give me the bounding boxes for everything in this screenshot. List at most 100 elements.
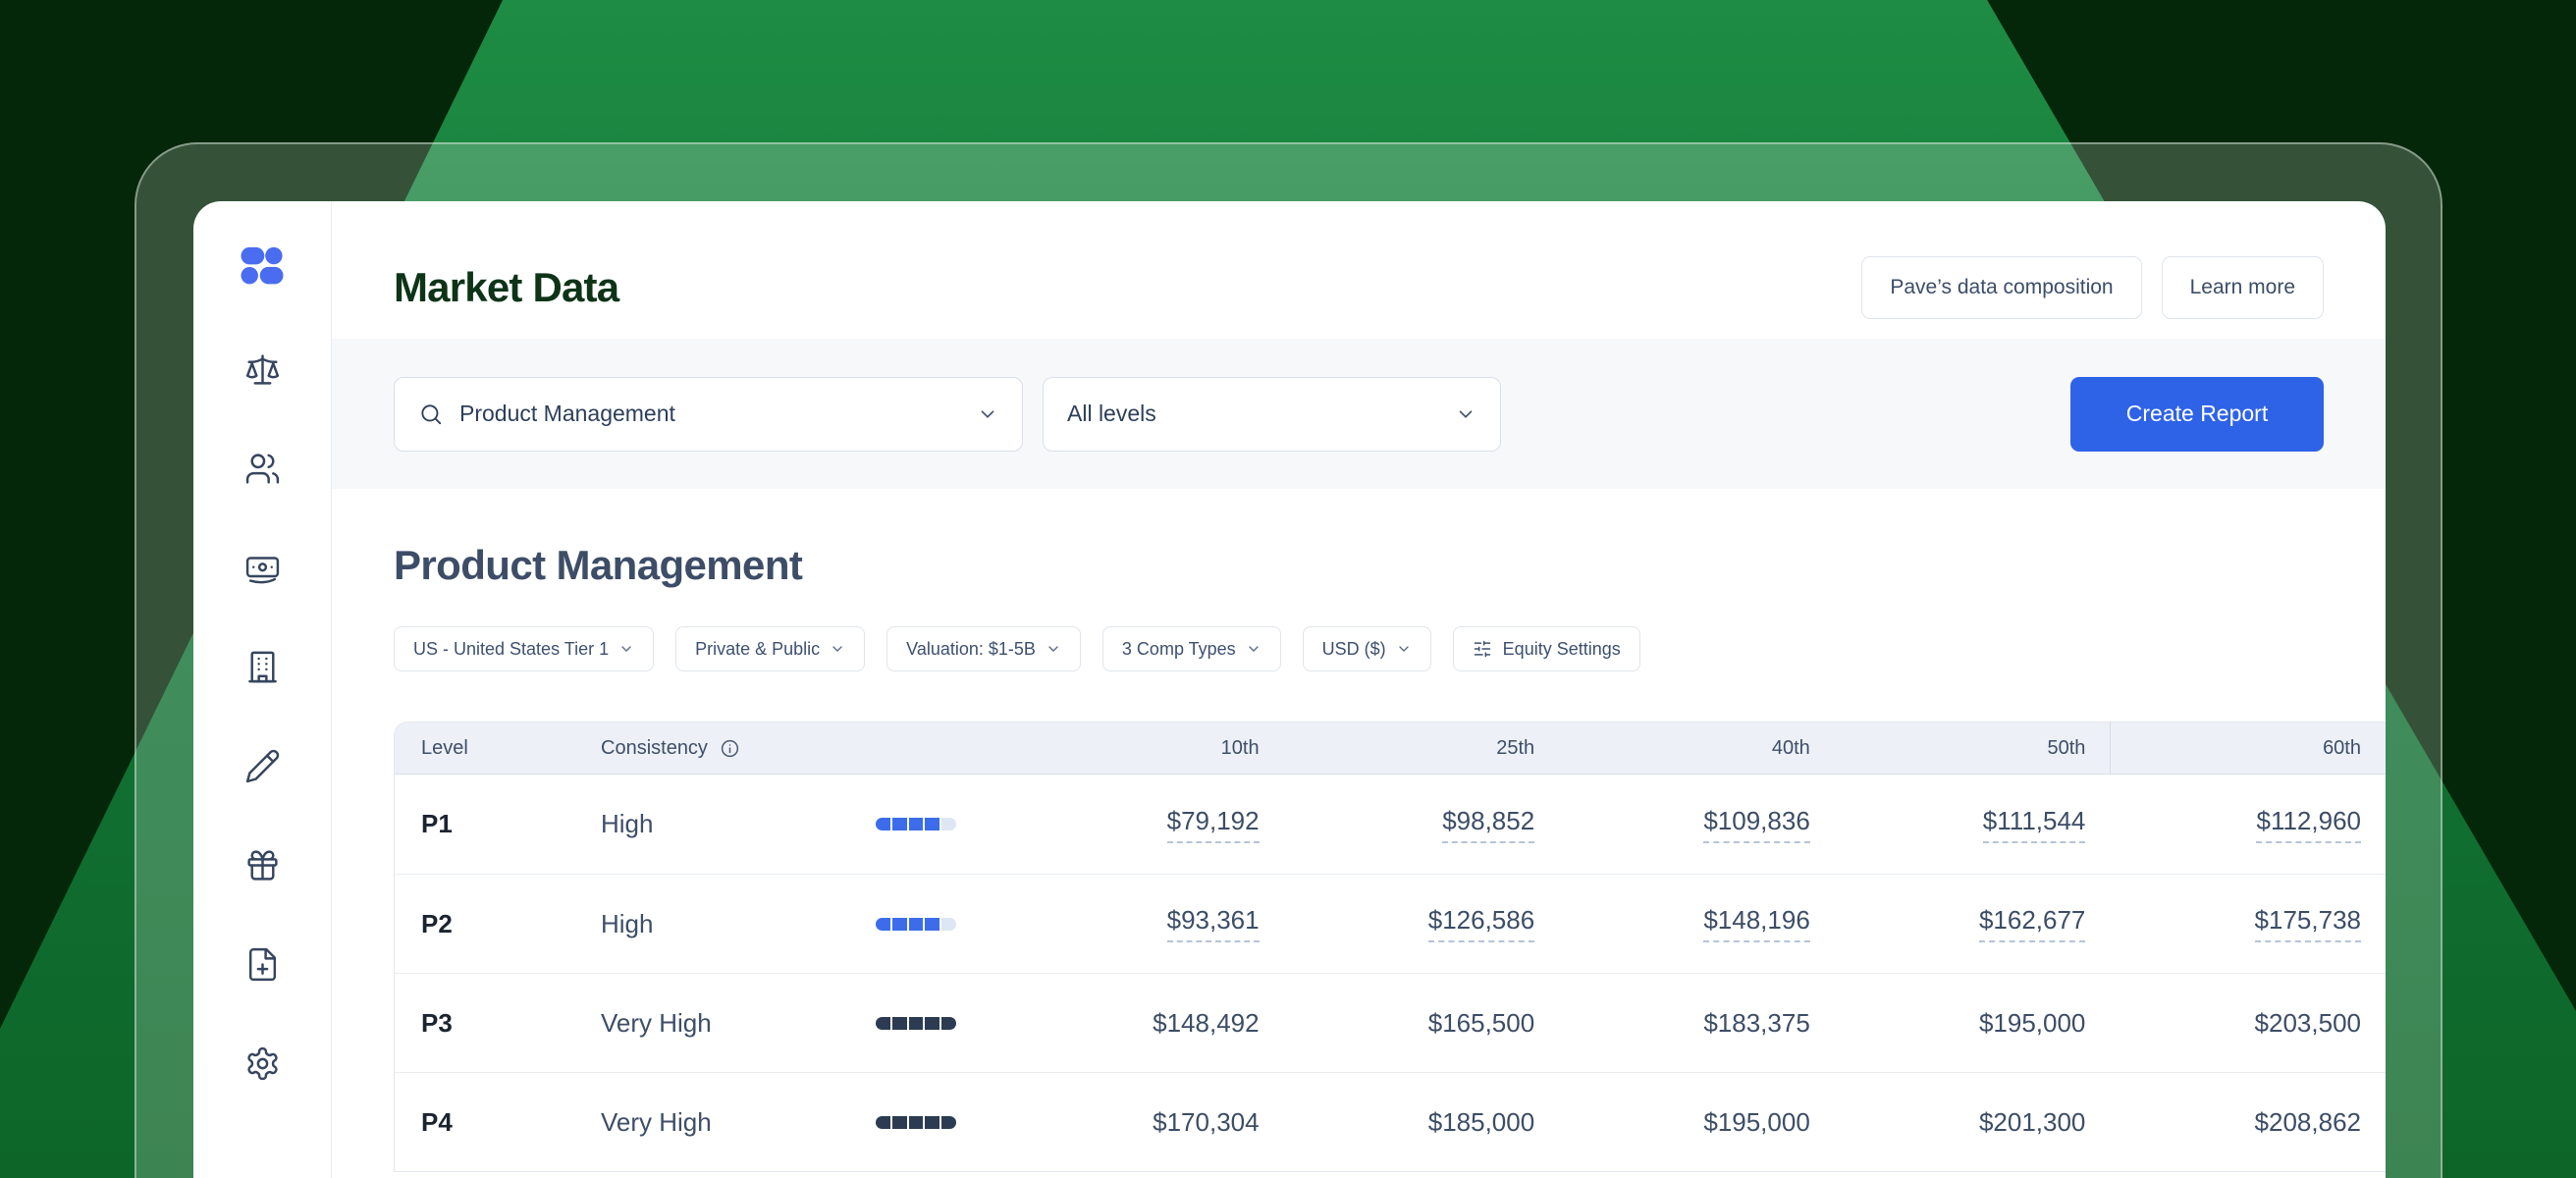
value-cell: $201,300 — [1835, 1107, 2111, 1138]
people-icon[interactable] — [244, 451, 281, 487]
value-cell: $126,586 — [1284, 905, 1560, 942]
salary-value[interactable]: $175,738 — [2255, 905, 2361, 942]
level-value: All levels — [1067, 401, 1156, 427]
salary-value[interactable]: $183,375 — [1703, 1008, 1809, 1039]
consistency-label: Consistency — [601, 737, 708, 760]
salary-value[interactable]: $148,492 — [1153, 1008, 1259, 1039]
gift-icon[interactable] — [244, 847, 281, 884]
building-icon[interactable] — [244, 649, 281, 685]
consistency-cell: High — [557, 909, 782, 939]
value-cell: $183,375 — [1559, 1008, 1835, 1039]
value-cell: $185,000 — [1284, 1107, 1560, 1138]
chevron-down-icon — [1455, 403, 1476, 425]
value-cell: $162,677 — [1835, 905, 2111, 942]
data-composition-button[interactable]: Pave’s data composition — [1861, 256, 2141, 319]
salary-value[interactable]: $162,677 — [1979, 905, 2085, 942]
salary-value[interactable]: $201,300 — [1979, 1107, 2085, 1138]
chip-label: Private & Public — [695, 639, 820, 660]
salary-value[interactable]: $111,544 — [1983, 806, 2086, 843]
salary-value[interactable]: $208,862 — [2255, 1107, 2361, 1138]
salary-value[interactable]: $93,361 — [1167, 905, 1260, 942]
content: Product Management US - United States Ti… — [332, 489, 2386, 1172]
consistency-cell: High — [557, 809, 782, 839]
job-family-value: Product Management — [459, 401, 675, 427]
filter-chips: US - United States Tier 1 Private & Publ… — [394, 626, 2386, 671]
table-row[interactable]: P2 High $93,361 $126,586 $148,196 $162,6… — [395, 874, 2386, 973]
chip-label: US - United States Tier 1 — [413, 639, 609, 660]
job-family-select[interactable]: Product Management — [394, 377, 1023, 452]
column-header-60th: 60th — [2110, 723, 2386, 775]
table-row[interactable]: P1 High $79,192 $98,852 $109,836 $111,54… — [395, 775, 2386, 874]
salary-value[interactable]: $112,960 — [2256, 806, 2361, 843]
value-cell: $165,500 — [1284, 1008, 1560, 1039]
table-row[interactable]: P3 Very High $148,492 $165,500 $183,375 … — [395, 973, 2386, 1072]
salary-value[interactable]: $98,852 — [1442, 806, 1534, 843]
salary-value[interactable]: $126,586 — [1428, 905, 1534, 942]
column-header-10th: 10th — [1008, 737, 1284, 760]
value-cell: $195,000 — [1559, 1107, 1835, 1138]
level-cell: P1 — [395, 809, 557, 839]
salary-value[interactable]: $195,000 — [1979, 1008, 2085, 1039]
money-icon[interactable] — [244, 550, 281, 586]
value-cell: $148,492 — [1008, 1008, 1284, 1039]
consistency-bar-cell — [782, 918, 1008, 931]
chip-label: Valuation: $1-5B — [906, 639, 1036, 660]
value-cell: $203,500 — [2110, 1008, 2386, 1039]
salary-value[interactable]: $109,836 — [1703, 806, 1809, 843]
chip-valuation[interactable]: Valuation: $1-5B — [886, 626, 1081, 671]
consistency-bar — [876, 818, 956, 830]
chip-currency[interactable]: USD ($) — [1303, 626, 1431, 671]
app-window: Market Data Pave’s data composition Lear… — [193, 201, 2386, 1178]
salary-value[interactable]: $185,000 — [1428, 1107, 1534, 1138]
column-header-level: Level — [395, 737, 557, 760]
sidebar — [193, 201, 332, 1178]
file-plus-icon[interactable] — [244, 946, 281, 983]
level-cell: P3 — [395, 1008, 557, 1039]
salary-value[interactable]: $79,192 — [1167, 806, 1260, 843]
chevron-down-icon — [1396, 641, 1412, 657]
page-title: Market Data — [394, 264, 618, 311]
column-header-40th: 40th — [1559, 737, 1835, 760]
consistency-cell: Very High — [557, 1008, 782, 1039]
create-report-button[interactable]: Create Report — [2070, 377, 2324, 452]
chevron-down-icon — [618, 641, 634, 657]
learn-more-button[interactable]: Learn more — [2162, 256, 2324, 319]
salary-value[interactable]: $148,196 — [1703, 905, 1809, 942]
column-header-25th: 25th — [1284, 737, 1560, 760]
value-cell: $208,862 — [2110, 1107, 2386, 1138]
info-icon[interactable] — [720, 738, 740, 759]
pave-logo-icon[interactable] — [240, 244, 285, 287]
level-select[interactable]: All levels — [1043, 377, 1501, 452]
salary-value[interactable]: $165,500 — [1428, 1008, 1534, 1039]
chip-geo[interactable]: US - United States Tier 1 — [394, 626, 654, 671]
value-cell: $111,544 — [1835, 806, 2111, 843]
value-cell: $170,304 — [1008, 1107, 1284, 1138]
chip-label: Equity Settings — [1503, 639, 1621, 660]
chip-equity-settings[interactable]: Equity Settings — [1453, 626, 1640, 671]
scales-icon[interactable] — [244, 351, 281, 388]
level-cell: P4 — [395, 1107, 557, 1138]
chip-company-type[interactable]: Private & Public — [675, 626, 865, 671]
settings-gear-icon[interactable] — [244, 1045, 281, 1082]
filter-band: Product Management All levels Create Rep… — [332, 339, 2386, 489]
salary-value[interactable]: $203,500 — [2255, 1008, 2361, 1039]
section-title: Product Management — [394, 542, 2386, 589]
value-cell: $112,960 — [2110, 806, 2386, 843]
salary-value[interactable]: $195,000 — [1703, 1107, 1809, 1138]
value-cell: $79,192 — [1008, 806, 1284, 843]
value-cell: $175,738 — [2110, 905, 2386, 942]
chip-comp-types[interactable]: 3 Comp Types — [1102, 626, 1281, 671]
salary-value[interactable]: $170,304 — [1153, 1107, 1259, 1138]
main-area: Market Data Pave’s data composition Lear… — [332, 201, 2386, 1178]
chip-label: USD ($) — [1322, 639, 1386, 660]
chip-label: 3 Comp Types — [1122, 639, 1236, 660]
table-body: P1 High $79,192 $98,852 $109,836 $111,54… — [395, 775, 2386, 1171]
column-header-50th: 50th — [1835, 737, 2111, 760]
value-cell: $109,836 — [1559, 806, 1835, 843]
pencil-icon[interactable] — [244, 748, 281, 784]
column-header-consistency: Consistency — [557, 737, 1008, 760]
consistency-bar-cell — [782, 818, 1008, 830]
consistency-bar — [876, 1116, 956, 1129]
chevron-down-icon — [1046, 641, 1061, 657]
table-row[interactable]: P4 Very High $170,304 $185,000 $195,000 … — [395, 1072, 2386, 1171]
